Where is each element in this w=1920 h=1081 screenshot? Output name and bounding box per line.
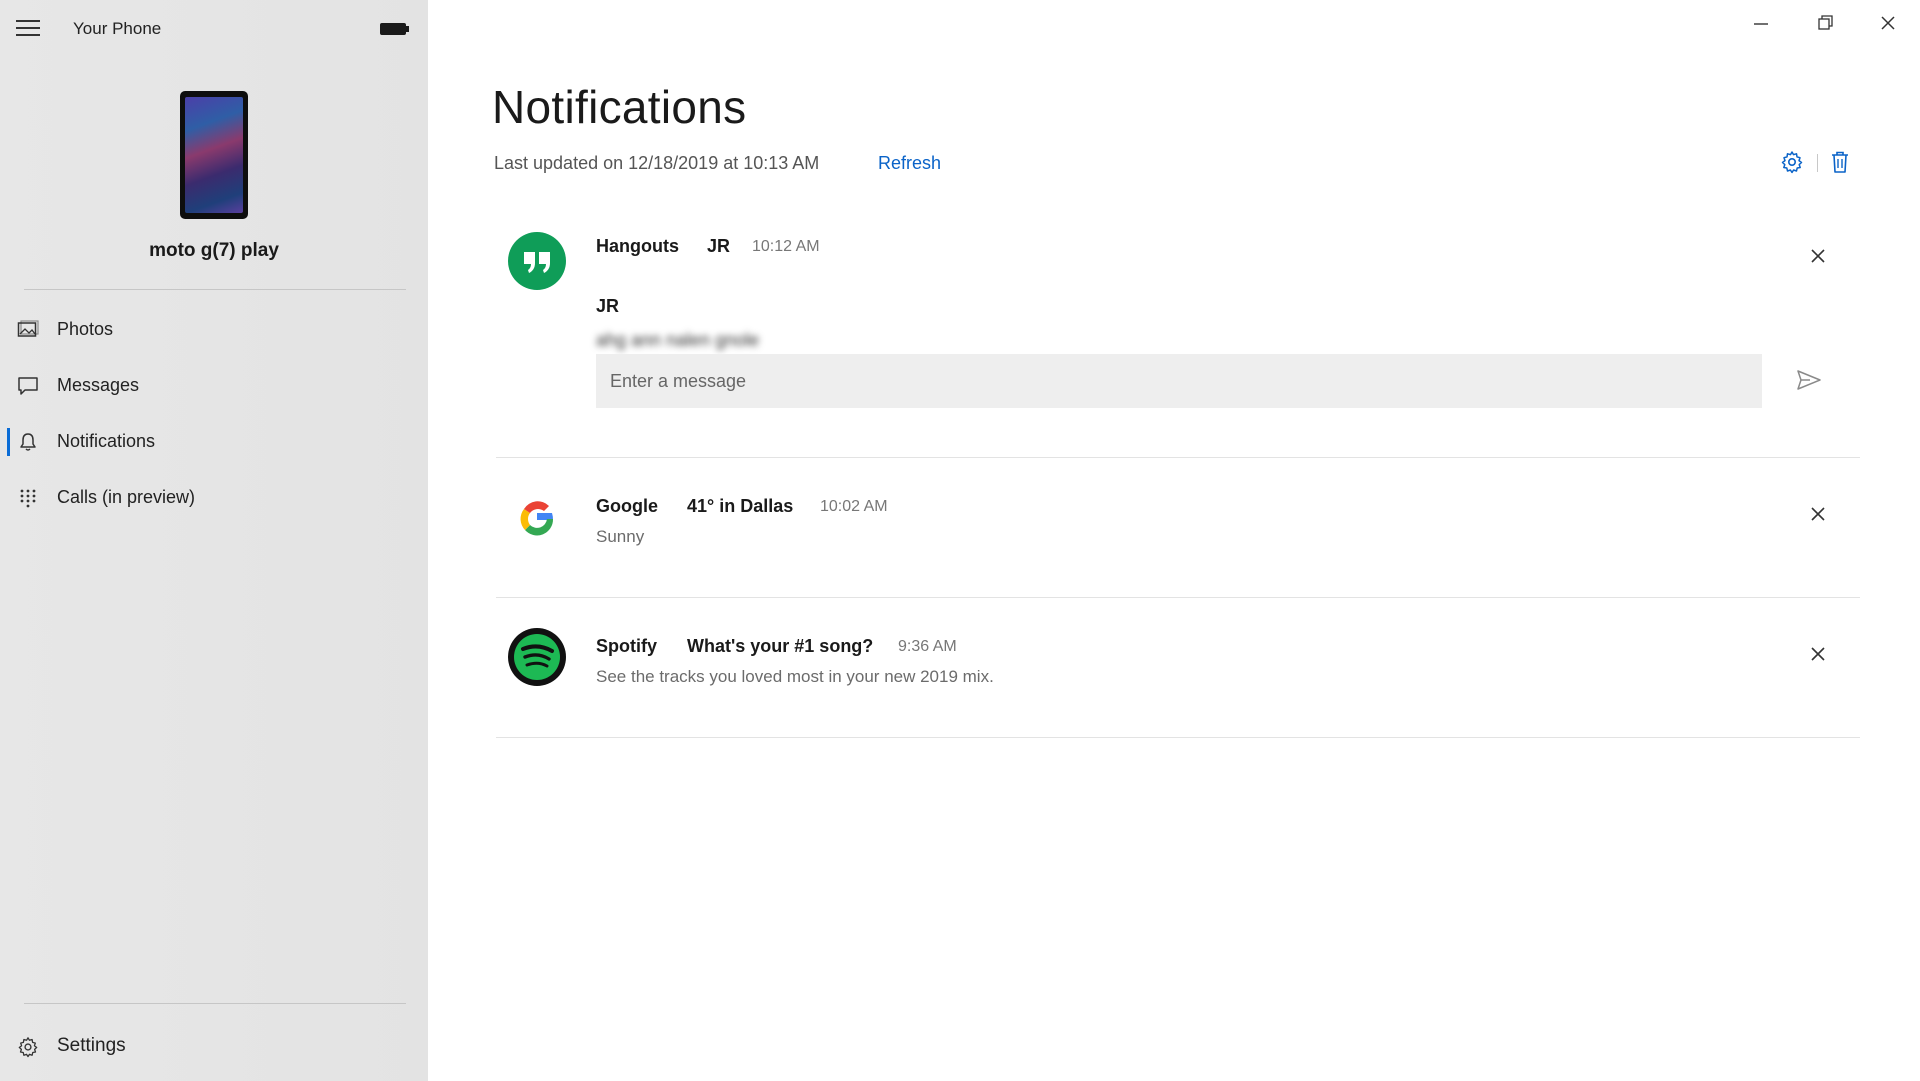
close-icon — [1811, 507, 1825, 521]
notification-divider — [496, 737, 1860, 738]
notification-hangouts: Hangouts JR 10:12 AM JR ahg ann nalen gn… — [496, 228, 1860, 458]
minimize-icon — [1754, 23, 1768, 25]
dialpad-icon — [17, 488, 39, 508]
notification-spotify: Spotify What's your #1 song? 9:36 AM See… — [496, 598, 1860, 738]
refresh-link[interactable]: Refresh — [878, 153, 941, 174]
send-icon — [1797, 370, 1821, 390]
notification-time: 9:36 AM — [898, 638, 957, 655]
clear-all-button[interactable] — [1830, 150, 1850, 174]
bell-icon — [17, 432, 39, 452]
sidebar-header: Your Phone — [0, 0, 428, 58]
notification-time: 10:12 AM — [752, 238, 820, 255]
gear-icon — [17, 1036, 39, 1058]
sidebar-divider — [24, 1003, 406, 1004]
sidebar-item-label: Notifications — [57, 431, 156, 451]
last-updated-text: Last updated on 12/18/2019 at 10:13 AM — [494, 153, 820, 173]
google-icon — [508, 490, 566, 548]
page-title: Notifications — [492, 81, 747, 133]
sidebar-item-label: Messages — [57, 375, 140, 395]
separator — [1817, 154, 1818, 172]
notification-google: Google 41° in Dallas 10:02 AM Sunny — [496, 458, 1860, 598]
spotify-icon — [508, 628, 566, 686]
minimize-button[interactable] — [1735, 6, 1785, 40]
sidebar-item-notifications[interactable]: Notifications — [0, 419, 428, 465]
sidebar-item-settings[interactable]: Settings — [0, 1024, 428, 1070]
send-reply-button[interactable] — [1796, 368, 1822, 392]
battery-icon — [380, 23, 409, 35]
close-icon — [1811, 647, 1825, 661]
restore-button[interactable] — [1800, 6, 1850, 40]
notification-title: JR — [707, 236, 731, 256]
dismiss-notification-button[interactable] — [1808, 644, 1828, 664]
gear-icon — [1781, 151, 1803, 174]
sidebar-item-calls[interactable]: Calls (in preview) — [0, 475, 428, 521]
notification-app-name: Google — [596, 496, 658, 516]
sidebar-item-label: Photos — [57, 319, 114, 339]
notification-time: 10:02 AM — [820, 498, 888, 515]
app-title: Your Phone — [73, 19, 162, 38]
device-name: moto g(7) play — [149, 240, 279, 261]
sidebar-item-messages[interactable]: Messages — [0, 363, 428, 409]
sidebar-item-photos[interactable]: Photos — [0, 307, 428, 353]
message-sender: JR — [596, 296, 620, 316]
hangouts-icon — [508, 232, 566, 290]
settings-label: Settings — [57, 1035, 126, 1056]
notification-body: See the tracks you loved most in your ne… — [596, 667, 994, 686]
notification-settings-button[interactable] — [1780, 150, 1804, 174]
sidebar: Your Phone moto g(7) play Photos Message… — [0, 0, 428, 1081]
message-body: ahg ann nalen gnole — [596, 330, 760, 350]
messages-icon — [17, 376, 39, 396]
sidebar-item-label: Calls (in preview) — [57, 487, 196, 507]
notification-body: Sunny — [596, 527, 645, 546]
notification-title: 41° in Dallas — [687, 496, 794, 516]
phone-image — [180, 91, 248, 219]
dismiss-notification-button[interactable] — [1808, 504, 1828, 524]
notification-title: What's your #1 song? — [687, 636, 874, 656]
restore-icon — [1818, 15, 1833, 30]
close-icon — [1881, 16, 1895, 30]
dismiss-notification-button[interactable] — [1808, 246, 1828, 266]
close-icon — [1811, 249, 1825, 263]
trash-icon — [1832, 151, 1848, 173]
photos-icon — [17, 320, 39, 340]
notification-app-name: Spotify — [596, 636, 657, 656]
notification-app-name: Hangouts — [596, 236, 679, 256]
hamburger-menu-icon[interactable] — [16, 20, 40, 38]
close-window-button[interactable] — [1863, 6, 1913, 40]
sidebar-divider — [24, 289, 406, 290]
reply-message-input[interactable] — [596, 354, 1762, 408]
